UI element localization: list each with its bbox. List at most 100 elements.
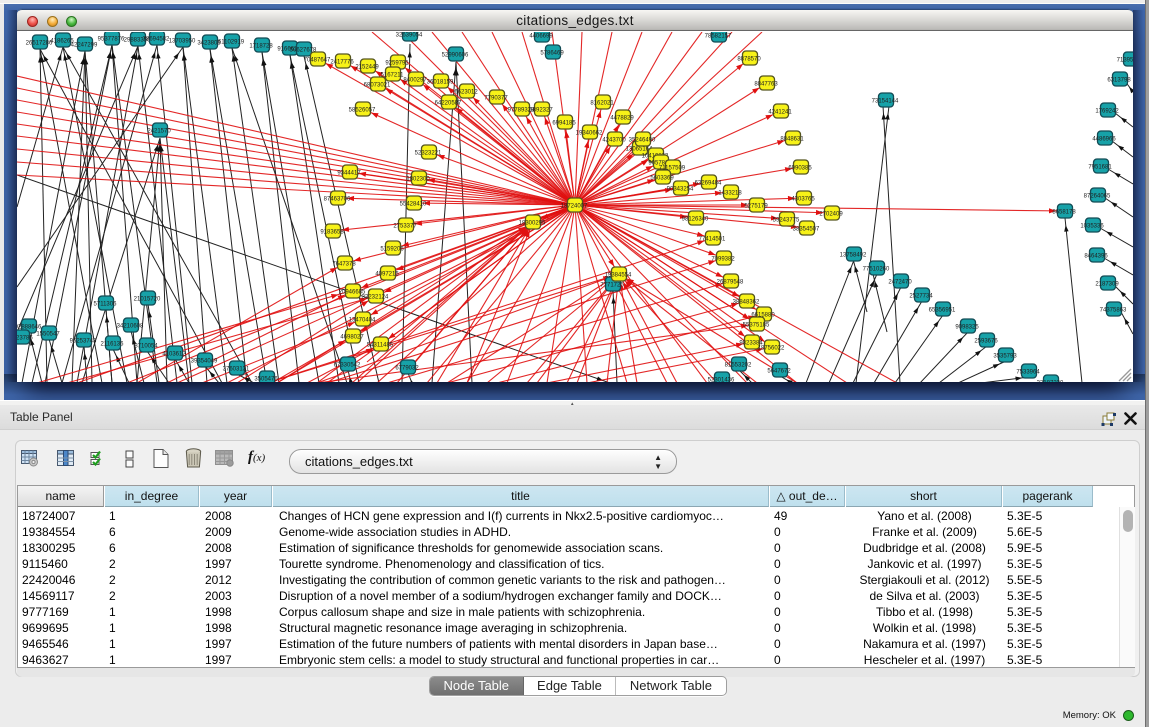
svg-text:98126340: 98126340 — [682, 216, 709, 222]
svg-text:4241241: 4241241 — [768, 109, 792, 115]
svg-text:5603369: 5603369 — [650, 175, 674, 181]
svg-text:2116136: 2116136 — [101, 341, 125, 347]
svg-text:2593676: 2593676 — [974, 338, 998, 344]
svg-text:1550547: 1550547 — [36, 331, 60, 337]
svg-text:6623012: 6623012 — [454, 89, 478, 95]
svg-text:19384554: 19384554 — [605, 272, 632, 278]
svg-text:2753377: 2753377 — [393, 223, 417, 229]
svg-text:67330542: 67330542 — [334, 362, 361, 368]
svg-text:96253743: 96253743 — [70, 338, 97, 344]
svg-text:37603131: 37603131 — [223, 366, 250, 372]
svg-text:8848631: 8848631 — [780, 136, 804, 142]
svg-text:4406699: 4406699 — [529, 33, 553, 39]
svg-text:7923786: 7923786 — [17, 335, 33, 341]
svg-text:77510260: 77510260 — [863, 266, 890, 272]
svg-text:32639054: 32639054 — [396, 32, 423, 38]
svg-text:19340662: 19340662 — [576, 130, 603, 136]
svg-text:74375863: 74375863 — [1100, 307, 1127, 313]
svg-text:78694582: 78694582 — [143, 36, 170, 42]
svg-text:21015720: 21015720 — [134, 296, 161, 302]
svg-text:87264065: 87264065 — [1084, 193, 1111, 199]
svg-text:90343254: 90343254 — [667, 186, 694, 192]
svg-text:38354507: 38354507 — [793, 226, 820, 232]
svg-text:1769242: 1769242 — [1095, 108, 1119, 114]
svg-text:18756022: 18756022 — [758, 345, 785, 351]
svg-text:1035336: 1035336 — [1080, 223, 1104, 229]
svg-text:3892327: 3892327 — [529, 107, 553, 113]
svg-text:95377876: 95377876 — [98, 36, 125, 42]
svg-text:8400297: 8400297 — [403, 77, 427, 83]
svg-text:4243700: 4243700 — [602, 137, 626, 143]
svg-text:9259791: 9259791 — [385, 60, 409, 66]
svg-text:9344417: 9344417 — [337, 170, 361, 176]
svg-text:6994185: 6994185 — [552, 120, 576, 126]
svg-text:36018159: 36018159 — [427, 79, 454, 85]
svg-text:64220587: 64220587 — [435, 100, 462, 106]
svg-text:8162021: 8162021 — [590, 100, 614, 106]
svg-text:4478829: 4478829 — [610, 115, 634, 121]
svg-text:4103612: 4103612 — [162, 351, 186, 357]
svg-text:13758492: 13758492 — [840, 252, 867, 258]
svg-text:2152449: 2152449 — [355, 64, 379, 70]
svg-text:8658178: 8658178 — [1052, 209, 1076, 215]
svg-text:6990385: 6990385 — [788, 165, 812, 171]
svg-text:63269484: 63269484 — [695, 180, 722, 186]
svg-text:3535793: 3535793 — [993, 353, 1017, 359]
svg-text:2527734: 2527734 — [909, 293, 933, 299]
svg-text:4698027: 4698027 — [340, 334, 364, 340]
svg-text:54311485: 54311485 — [367, 342, 394, 348]
svg-text:8464396: 8464396 — [1084, 253, 1108, 259]
svg-text:1718728: 1718728 — [249, 43, 273, 49]
svg-text:42247299: 42247299 — [71, 42, 98, 48]
svg-text:13470404: 13470404 — [349, 317, 376, 323]
svg-text:13703950: 13703950 — [169, 38, 196, 44]
svg-text:4097215: 4097215 — [375, 271, 399, 277]
svg-text:6779032: 6779032 — [395, 365, 419, 371]
svg-text:71395328: 71395328 — [1117, 57, 1133, 63]
svg-text:34210608: 34210608 — [117, 323, 144, 329]
svg-text:5275179: 5275179 — [744, 203, 768, 209]
svg-text:39354049: 39354049 — [191, 358, 218, 364]
svg-text:9098325: 9098325 — [955, 324, 979, 330]
svg-text:9183658: 9183658 — [320, 229, 344, 235]
svg-text:78582157: 78582157 — [705, 33, 732, 39]
svg-text:58526057: 58526057 — [349, 107, 376, 113]
svg-text:7951681: 7951681 — [1088, 164, 1112, 170]
svg-text:38848362: 38848362 — [733, 299, 760, 305]
svg-text:2417776: 2417776 — [330, 59, 354, 65]
svg-text:2421570: 2421570 — [147, 128, 171, 134]
svg-text:2187309: 2187309 — [1095, 281, 1119, 287]
svg-text:26517286: 26517286 — [26, 40, 53, 46]
svg-text:52990606: 52990606 — [442, 52, 469, 58]
svg-text:5711306: 5711306 — [94, 301, 118, 307]
svg-text:77414501: 77414501 — [699, 236, 726, 242]
svg-text:2702409: 2702409 — [819, 211, 843, 217]
svg-text:68073021: 68073021 — [364, 82, 391, 88]
svg-text:5647672: 5647672 — [767, 368, 791, 374]
svg-text:73154144: 73154144 — [872, 98, 899, 104]
svg-text:18300295: 18300295 — [519, 220, 546, 226]
svg-text:7533964: 7533964 — [1016, 369, 1040, 375]
svg-text:33232124: 33232124 — [362, 294, 389, 300]
svg-text:3505476: 3505476 — [254, 376, 278, 382]
svg-text:70487647: 70487647 — [304, 57, 331, 63]
svg-text:8878570: 8878570 — [737, 56, 761, 62]
svg-text:59243775: 59243775 — [773, 217, 800, 223]
svg-text:7647378: 7647378 — [332, 261, 356, 267]
svg-text:35246490: 35246490 — [629, 137, 656, 143]
svg-text:4303765: 4303765 — [791, 196, 815, 202]
svg-text:7790377: 7790377 — [484, 95, 508, 101]
svg-text:26879548: 26879548 — [717, 279, 744, 285]
svg-text:81553202: 81553202 — [725, 362, 752, 368]
svg-text:55375185: 55375185 — [743, 322, 770, 328]
svg-text:8710054: 8710054 — [134, 343, 158, 349]
svg-text:61102919: 61102919 — [218, 39, 245, 45]
svg-text:52301436: 52301436 — [708, 377, 735, 382]
svg-text:7099382: 7099382 — [711, 256, 735, 262]
svg-text:4486966: 4486966 — [1092, 136, 1116, 142]
svg-text:1802300: 1802300 — [406, 176, 430, 182]
svg-text:1433218: 1433218 — [718, 190, 742, 196]
svg-text:5159206: 5159206 — [380, 246, 404, 252]
svg-text:87463706: 87463706 — [324, 196, 351, 202]
svg-text:6313798: 6313798 — [1107, 77, 1131, 83]
